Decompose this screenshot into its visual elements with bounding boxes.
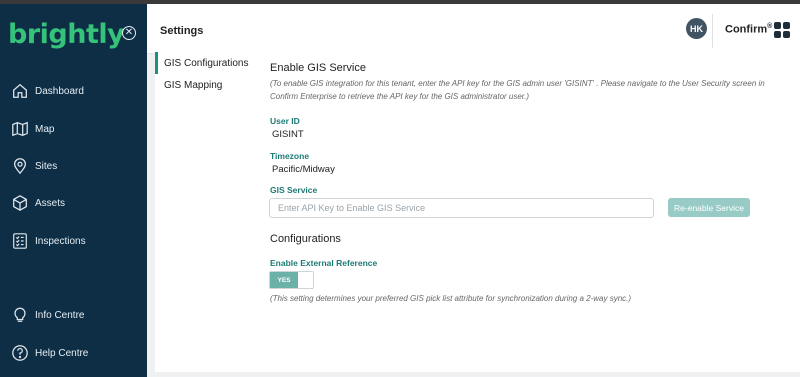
user-id-value: GISINT [272, 129, 304, 140]
sidebar-item-label: Inspections [35, 235, 86, 247]
toggle-yes-label: YES [270, 272, 298, 288]
timezone-label: Timezone [270, 151, 310, 161]
sidebar-item-dashboard[interactable]: Dashboard [0, 76, 147, 106]
registered-mark: ® [767, 23, 773, 30]
top-header: Settings HK Confirm® [147, 8, 800, 54]
sidebar-item-label: Info Centre [35, 309, 85, 321]
sidebar-item-label: Assets [35, 197, 66, 209]
sidebar-item-help-centre[interactable]: Help Centre [0, 338, 147, 368]
sidebar-item-label: Help Centre [35, 347, 89, 359]
user-id-label: User ID [270, 116, 300, 126]
gis-service-label: GIS Service [270, 185, 318, 195]
location-pin-icon [10, 156, 30, 176]
external-reference-toggle[interactable]: YES [269, 271, 314, 289]
section-title-configurations: Configurations [270, 233, 341, 245]
settings-nav-label: GIS Configurations [164, 57, 249, 69]
close-circle-icon[interactable]: ✕ [122, 26, 136, 40]
app-name-text: Confirm [725, 23, 768, 36]
sidebar-item-map[interactable]: Map [0, 114, 147, 144]
sync-note: (This setting determines your preferred … [270, 294, 632, 303]
sidebar-item-label: Sites [35, 160, 58, 172]
timezone-value: Pacific/Midway [272, 164, 335, 175]
app-grid-icon[interactable] [774, 22, 790, 38]
sidebar-item-label: Dashboard [35, 85, 84, 97]
question-circle-icon [10, 343, 30, 363]
sidebar-item-info-centre[interactable]: Info Centre [0, 300, 147, 330]
api-key-input[interactable] [269, 198, 654, 218]
gis-config-panel: Enable GIS Service (To enable GIS integr… [256, 52, 800, 372]
settings-nav-label: GIS Mapping [164, 79, 223, 91]
app-name: Confirm® [725, 23, 772, 36]
sidebar: brightly ✕ Dashboard Map Sites Assets In… [0, 4, 147, 377]
sidebar-item-sites[interactable]: Sites [0, 151, 147, 181]
sidebar-item-assets[interactable]: Assets [0, 188, 147, 218]
reenable-service-button[interactable]: Re-enable Service [668, 198, 750, 217]
page-title: Settings [160, 25, 204, 37]
home-icon [10, 81, 30, 101]
settings-nav-item-gis-configurations[interactable]: GIS Configurations [155, 52, 256, 74]
user-avatar[interactable]: HK [686, 18, 707, 39]
cube-icon [10, 193, 30, 213]
help-text: (To enable GIS integration for this tena… [270, 79, 765, 101]
brand-logo[interactable]: brightly [8, 18, 125, 50]
brand-logo-text: brightly [8, 18, 125, 50]
checklist-icon [10, 231, 30, 251]
active-indicator [155, 52, 158, 74]
lightbulb-icon [10, 305, 30, 325]
external-reference-label: Enable External Reference [270, 258, 378, 268]
settings-nav: GIS Configurations GIS Mapping [155, 52, 256, 372]
map-icon [10, 119, 30, 139]
header-divider [712, 14, 713, 48]
settings-nav-item-gis-mapping[interactable]: GIS Mapping [155, 74, 256, 96]
sidebar-item-label: Map [35, 123, 55, 135]
sidebar-item-inspections[interactable]: Inspections [0, 226, 147, 256]
section-title-enable-gis: Enable GIS Service [270, 62, 366, 74]
